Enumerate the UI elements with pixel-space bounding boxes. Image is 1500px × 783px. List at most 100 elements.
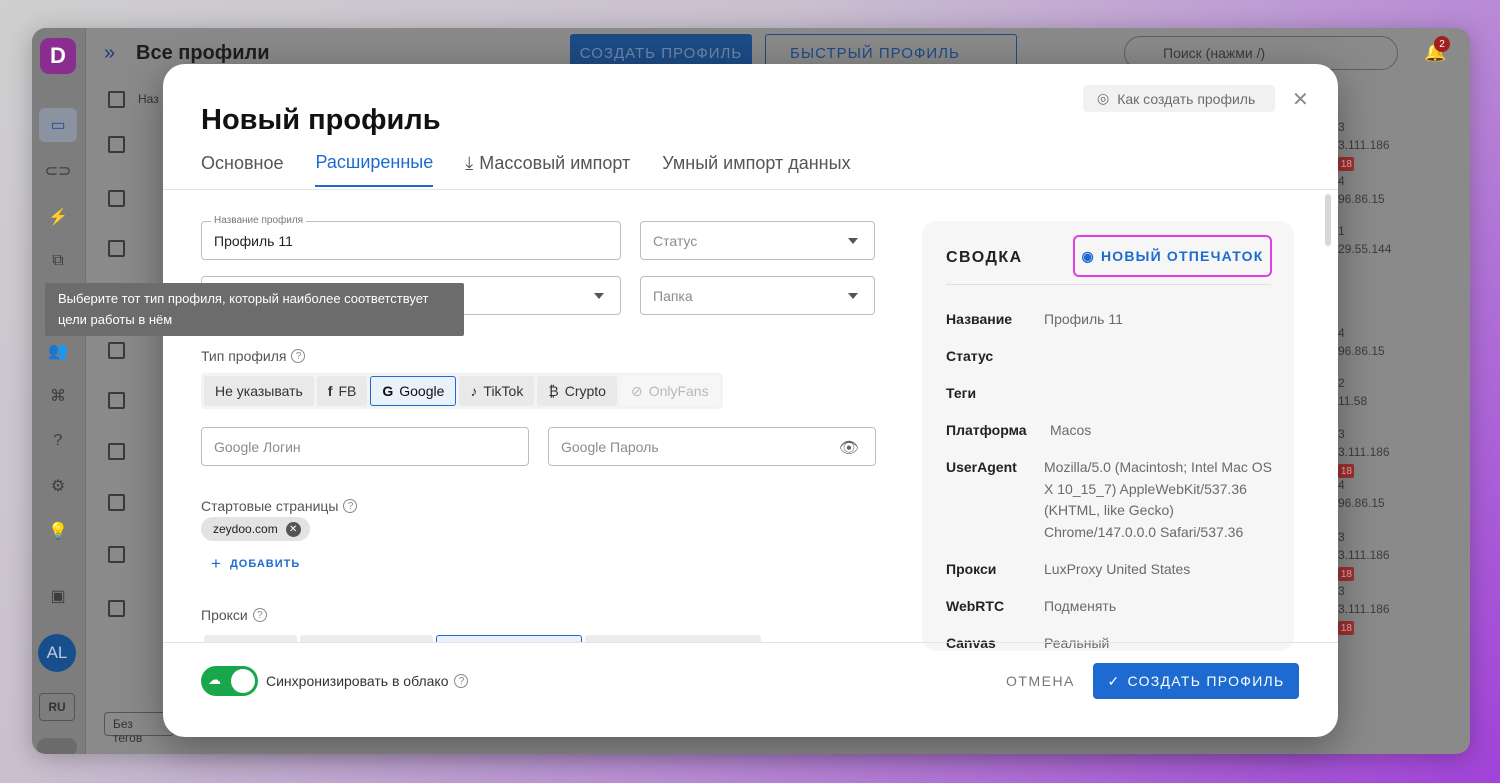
check-icon: ✓ (1107, 672, 1121, 689)
bitcoin-icon: ₿ (548, 383, 559, 399)
chevron-down-icon (594, 293, 604, 299)
row-checkbox[interactable] (108, 392, 125, 409)
row-ip: 29.55.144 (1338, 242, 1392, 256)
expand-sidebar-icon[interactable]: » (104, 42, 115, 65)
google-login-field[interactable]: Google Логин (201, 427, 529, 466)
new-fingerprint-button[interactable]: ◉ НОВЫЙ ОТПЕЧАТОК (1073, 235, 1272, 277)
lightbulb-icon[interactable]: 💡 (45, 518, 71, 544)
how-to-create-label: Как создать профиль (1117, 90, 1256, 107)
row-badge: 18 (1338, 464, 1354, 478)
row-checkbox[interactable] (108, 494, 125, 511)
type-google-button[interactable]: G Google (370, 376, 457, 406)
summary-value-cell: LuxProxy United States (1044, 559, 1274, 581)
type-crypto-button[interactable]: ₿ Crypto (537, 376, 617, 406)
question-icon[interactable]: ? (343, 499, 358, 513)
add-start-page-label: ДОБАВИТЬ (229, 558, 301, 570)
summary-key: UserAgent (946, 459, 1017, 475)
api-icon[interactable]: ⌘ (45, 383, 71, 409)
status-placeholder: Статус (653, 232, 698, 249)
start-pages-label-text: Стартовые страницы (201, 498, 339, 514)
row-checkbox[interactable] (108, 600, 125, 617)
theme-toggle[interactable] (37, 738, 77, 754)
summary-key: Прокси (946, 561, 997, 577)
row-id: 4 (1338, 326, 1345, 340)
tab-basic[interactable]: Основное (201, 152, 283, 187)
summary-title: СВОДКА (946, 249, 1023, 266)
row-id: 2 (1338, 376, 1345, 390)
sync-toggle[interactable]: ☁ (201, 666, 258, 696)
summary-key: Теги (946, 385, 977, 401)
cancel-button[interactable]: ОТМЕНА (1006, 673, 1075, 689)
summary-divider (946, 284, 1271, 285)
sync-label-text: Синхронизировать в облако (266, 673, 449, 689)
row-ip: 3.111.186 (1338, 602, 1390, 616)
tab-smart-import[interactable]: Умный импорт данных (662, 152, 850, 187)
row-ip: 3.111.186 (1338, 138, 1390, 152)
link-icon[interactable]: ⊂⊃ (45, 158, 72, 184)
settings-icon[interactable]: ⚙ (45, 473, 71, 499)
row-checkbox[interactable] (108, 136, 125, 153)
wallet-icon[interactable]: ▣ (45, 583, 71, 609)
chevron-down-icon (848, 293, 858, 299)
summary-key: Статус (946, 348, 994, 364)
question-icon[interactable]: ? (291, 349, 306, 363)
row-checkbox[interactable] (108, 443, 125, 460)
modal-title: Новый профиль (201, 104, 441, 136)
type-tiktok-button[interactable]: ♪ TikTok (459, 376, 535, 406)
remove-tag-icon[interactable]: ✕ (285, 521, 301, 537)
users-icon[interactable]: 👥 (45, 338, 71, 364)
summary-panel: СВОДКА ◉ НОВЫЙ ОТПЕЧАТОК Название Профиль… (922, 221, 1294, 651)
folder-select[interactable]: Папка (640, 276, 875, 315)
new-fingerprint-label: НОВЫЙ ОТПЕЧАТОК (1100, 248, 1264, 264)
close-icon[interactable]: ✕ (1292, 87, 1309, 112)
profile-name-field[interactable]: Название профиля Профиль 11 (201, 215, 621, 260)
tab-bulk-import-label: Массовый импорт (479, 153, 631, 173)
row-checkbox[interactable] (108, 240, 125, 257)
app-logo: D (40, 38, 76, 74)
type-fb-button[interactable]: f FB (316, 376, 368, 406)
summary-value-cell: Mozilla/5.0 (Macintosh; Intel Mac OS X 1… (1044, 457, 1274, 543)
avatar[interactable]: AL (38, 634, 76, 672)
question-icon[interactable]: ? (454, 674, 469, 688)
row-badge: 18 (1338, 621, 1354, 635)
help-icon[interactable]: ? (45, 428, 71, 454)
row-ip: 96.86.15 (1338, 496, 1385, 510)
question-icon[interactable]: ? (252, 608, 267, 622)
facebook-icon: f (327, 383, 333, 399)
row-checkbox[interactable] (108, 190, 125, 207)
status-select[interactable]: Статус (640, 221, 875, 260)
proxy-label-text: Прокси (201, 607, 248, 623)
type-none-button[interactable]: Не указывать (204, 376, 314, 406)
start-page-tag: zeydoo.com ✕ (201, 517, 310, 541)
profiles-icon[interactable]: ▭ (39, 108, 77, 142)
summary-value: Реальный (1044, 635, 1110, 651)
type-onlyfans-button[interactable]: ⊘ OnlyFans (619, 376, 720, 406)
modal-tabs: Основное Расширенные ⤓ Массовый импорт Ум… (201, 152, 851, 187)
summary-key: Платформа (946, 422, 1027, 438)
row-id: 4 (1338, 478, 1345, 492)
automation-icon[interactable]: ⚡ (45, 204, 71, 230)
scrollbar[interactable] (1325, 194, 1331, 246)
app-sidebar: D ▭ ⊂⊃ ⚡ ⧉ 👥 ⌘ ? ⚙ 💡 ▣ AL RU (32, 28, 86, 754)
row-checkbox[interactable] (108, 546, 125, 563)
copy-icon[interactable]: ⧉ (45, 248, 71, 274)
tab-bulk-import[interactable]: ⤓ Массовый импорт (465, 152, 630, 187)
google-icon: G (382, 383, 394, 399)
summary-value: Профиль 11 (1044, 311, 1123, 327)
row-id: 1 (1338, 224, 1345, 238)
add-start-page-button[interactable]: + ДОБАВИТЬ (211, 554, 300, 574)
proxy-label: Прокси ? (201, 607, 267, 623)
summary-value-cell: Подменять (1044, 596, 1274, 618)
google-password-field[interactable]: Google Пароль 👁 (548, 427, 876, 466)
language-switch[interactable]: RU (39, 693, 75, 721)
tab-basic-label: Основное (201, 153, 284, 173)
create-profile-button[interactable]: ✓ СОЗДАТЬ ПРОФИЛЬ (1093, 663, 1299, 699)
summary-value: Mozilla/5.0 (Macintosh; Intel Mac OS X 1… (1044, 459, 1272, 540)
how-to-create-button[interactable]: ◎ Как создать профиль (1083, 85, 1275, 112)
eye-icon[interactable]: 👁 (839, 438, 859, 458)
row-checkbox[interactable] (108, 342, 125, 359)
select-all-checkbox[interactable] (108, 91, 125, 108)
tab-advanced-label: Расширенные (315, 152, 434, 172)
tab-advanced[interactable]: Расширенные (315, 152, 434, 187)
summary-value-cell: Профиль 11 (1044, 309, 1274, 331)
